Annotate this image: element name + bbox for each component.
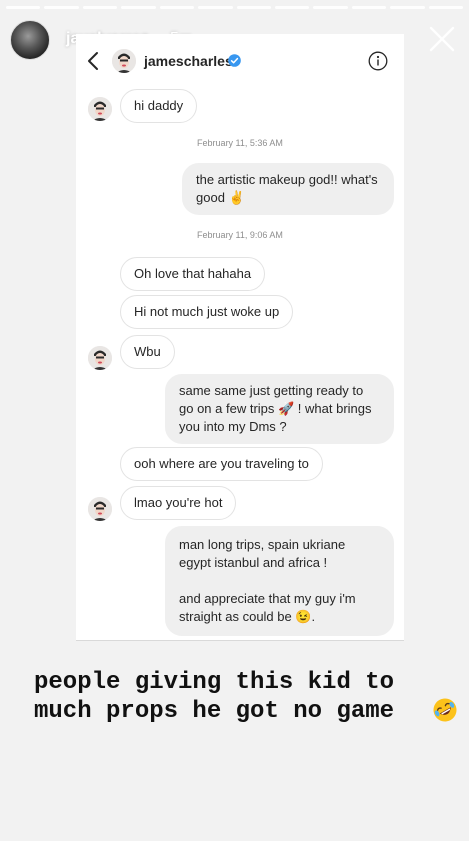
face-avatar-icon <box>88 346 112 370</box>
progress-segment <box>236 6 271 9</box>
sender-avatar <box>88 97 112 121</box>
message-bubble-outgoing: the artistic makeup god!! what's good ✌ <box>182 163 394 215</box>
face-avatar-icon <box>112 49 136 73</box>
progress-segment <box>313 6 348 9</box>
progress-segment <box>428 6 464 9</box>
progress-segment <box>351 6 387 9</box>
progress-segment <box>6 6 41 9</box>
message-text: and appreciate that my guy i'm straight … <box>179 591 356 624</box>
close-icon[interactable] <box>427 24 457 54</box>
message-bubble-incoming: Wbu <box>120 335 175 369</box>
dm-contact-avatar <box>112 49 136 73</box>
message-text: man long trips, spain ukriane egypt ista… <box>179 537 346 570</box>
progress-segment <box>121 6 156 9</box>
back-chevron-icon[interactable] <box>86 50 100 72</box>
message-bubble-outgoing: man long trips, spain ukriane egypt ista… <box>165 526 394 636</box>
story-user-avatar[interactable] <box>10 20 50 60</box>
progress-segment <box>82 6 118 9</box>
message-text: same same just getting ready to go on a … <box>179 383 372 434</box>
message-timestamp: February 11, 5:36 AM <box>197 138 283 148</box>
dm-header: jamescharles <box>76 34 404 86</box>
message-bubble-incoming: hi daddy <box>120 89 198 123</box>
progress-segment <box>390 6 425 9</box>
sender-avatar <box>88 346 112 370</box>
info-icon[interactable] <box>368 51 388 71</box>
dm-screenshot: jamescharles hi daddy February 11, 5:36 … <box>76 34 404 641</box>
progress-segment <box>44 6 79 9</box>
verified-badge-icon <box>228 54 241 67</box>
rolling-on-floor-laughing-emoji-icon <box>433 698 457 722</box>
face-avatar-icon <box>88 497 112 521</box>
story-caption: people giving this kid to much props he … <box>34 669 395 725</box>
progress-segment <box>159 6 195 9</box>
message-bubble-outgoing: same same just getting ready to go on a … <box>165 374 394 444</box>
sender-avatar <box>88 497 112 521</box>
story-progress-bar <box>6 6 464 9</box>
message-bubble-incoming: lmao you're hot <box>120 486 237 520</box>
message-text: the artistic makeup god!! what's good ✌ <box>196 172 378 205</box>
progress-segment <box>198 6 233 9</box>
message-paragraph-gap <box>179 572 380 590</box>
message-bubble-incoming: Hi not much just woke up <box>120 295 294 329</box>
dm-contact-name[interactable]: jamescharles <box>144 53 233 69</box>
progress-segment <box>274 6 310 9</box>
message-timestamp: February 11, 9:06 AM <box>197 230 283 240</box>
face-avatar-icon <box>88 97 112 121</box>
message-bubble-incoming: Oh love that hahaha <box>120 257 266 291</box>
message-bubble-incoming: ooh where are you traveling to <box>120 447 323 481</box>
